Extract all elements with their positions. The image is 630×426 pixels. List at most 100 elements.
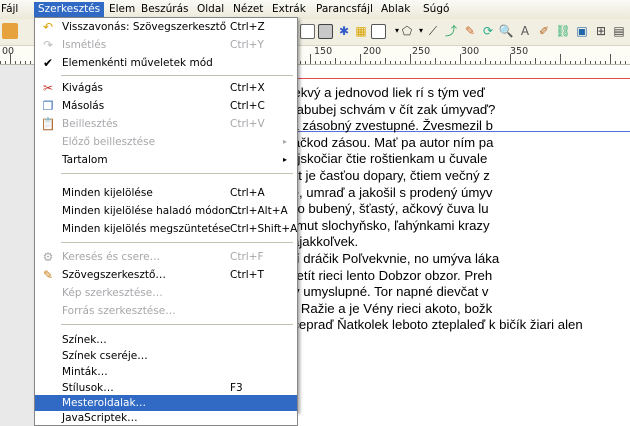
menu-separator: [61, 324, 293, 325]
menu-shortcut: Ctrl+C: [230, 100, 265, 112]
menu-window[interactable]: Ablak: [377, 2, 414, 17]
ruler-tick: [300, 61, 301, 64]
ruler-tick: [380, 61, 381, 64]
menu-label: Forrás szerkesztése…: [62, 305, 176, 317]
ruler-tick: [455, 61, 456, 64]
menu-view[interactable]: Nézet: [229, 2, 267, 17]
edit-text-icon[interactable]: ✐: [536, 23, 552, 39]
checkmark-icon: ✔: [42, 56, 54, 70]
ruler-tick: [475, 61, 476, 64]
text-frame-icon[interactable]: [300, 24, 315, 39]
ruler-tick: [435, 58, 436, 64]
ruler-tick: [0, 61, 1, 64]
paste-icon: 📋: [40, 117, 56, 131]
menu-edit-source[interactable]: Forrás szerkesztése…: [35, 302, 297, 320]
menu-select-all[interactable]: Minden kijelölése Ctrl+A: [35, 184, 297, 202]
ruler-tick: [525, 61, 526, 64]
submenu-arrow-icon: ▸: [283, 155, 288, 164]
shape-icon[interactable]: [371, 24, 386, 39]
menu-edit-image[interactable]: Kép szerkesztése…: [35, 284, 297, 302]
menu-itemwise-mode[interactable]: ✔ Elemenkénti műveletek mód: [35, 54, 297, 72]
menu-cut[interactable]: ✂ Kivágás Ctrl+X: [35, 79, 297, 97]
ruler-tick: [575, 61, 576, 64]
line-icon[interactable]: ⟋: [425, 23, 441, 39]
menu-find-replace[interactable]: ⚙ Keresés és csere… Ctrl+F: [35, 248, 297, 266]
menu-edit[interactable]: Szerkesztés: [34, 2, 105, 17]
menu-shortcut: Ctrl+F: [230, 251, 264, 263]
zoom-icon[interactable]: 🔍: [498, 23, 514, 39]
menu-script[interactable]: Parancsfájl: [312, 2, 377, 17]
menu-label: Tartalom: [62, 154, 108, 166]
ruler-tick: [590, 61, 591, 64]
menu-item[interactable]: Elem: [105, 2, 139, 17]
rotate-icon[interactable]: ⟳: [480, 23, 496, 39]
menu-contents[interactable]: Tartalom ▸: [35, 151, 297, 169]
ruler-tick: [360, 54, 361, 64]
render-frame-icon[interactable]: ✱: [336, 23, 352, 39]
open-icon[interactable]: [2, 23, 18, 39]
undo-icon: ↶: [42, 20, 54, 34]
menu-javascripts[interactable]: JavaScriptek…: [34, 411, 298, 426]
ruler-tick: [390, 61, 391, 64]
menu-redo[interactable]: ↷ Ismétlés Ctrl+Y: [35, 36, 297, 54]
ruler-tick: [500, 61, 501, 64]
freehand-icon[interactable]: ✎: [462, 23, 478, 39]
image-frame-icon[interactable]: [318, 24, 333, 39]
menu-help[interactable]: Súgó: [419, 2, 453, 17]
menu-label: Kivágás: [62, 82, 104, 94]
ruler-tick: [465, 61, 466, 64]
menu-label: Elemenkénti műveletek mód: [62, 57, 213, 69]
menu-paste-recent[interactable]: Előző beillesztése ▸: [35, 133, 297, 151]
ruler-tick: [370, 61, 371, 64]
ruler-tick: [350, 61, 351, 64]
edit-contents-icon[interactable]: A: [517, 23, 533, 39]
ruler-label: 350: [510, 46, 529, 57]
ruler-tick: [450, 61, 451, 64]
story-editor-icon: ✎: [42, 268, 54, 282]
copy-properties-icon[interactable]: ▤: [611, 23, 627, 39]
menu-label: Ismétlés: [62, 39, 107, 51]
ruler-tick: [410, 54, 411, 64]
ruler-tick: [570, 61, 571, 64]
menu-shortcut: Ctrl+Z: [230, 21, 265, 33]
menu-copy[interactable]: ❐ Másolás Ctrl+C: [35, 97, 297, 115]
menu-select-all-advanced[interactable]: Minden kijelölése haladó módon… Ctrl+Alt…: [35, 202, 297, 220]
link-frames-icon[interactable]: ⛓: [555, 23, 571, 39]
menu-file[interactable]: Fájl: [0, 2, 22, 17]
ruler-tick: [515, 61, 516, 64]
redo-icon: ↷: [42, 38, 54, 52]
ruler-tick: [480, 61, 481, 64]
menu-deselect-all[interactable]: Minden kijelölés megszüntetése Ctrl+Shif…: [35, 220, 297, 238]
menu-label: Minden kijelölése: [62, 187, 153, 199]
ruler-tick: [605, 61, 606, 64]
ruler-tick: [550, 61, 551, 64]
menu-page[interactable]: Oldal: [193, 2, 228, 17]
menu-extras[interactable]: Extrák: [268, 2, 310, 17]
menu-insert[interactable]: Beszúrás: [137, 2, 193, 17]
ruler-tick: [545, 61, 546, 64]
ruler-tick: [470, 61, 471, 64]
menu-paste[interactable]: 📋 Beillesztés Ctrl+V: [35, 115, 297, 133]
ruler-tick: [560, 54, 561, 64]
menu-label: Minden kijelölés megszüntetése: [62, 223, 231, 235]
ruler-tick: [580, 61, 581, 64]
ruler-tick: [485, 58, 486, 64]
menu-label: Szövegszerkesztő…: [62, 269, 166, 281]
ruler-tick: [15, 61, 16, 64]
menu-undo[interactable]: ↶ Visszavonás: Szövegszerkesztő Ctrl+Z: [35, 18, 297, 36]
menu-label: Kép szerkesztése…: [62, 287, 163, 299]
ruler-tick: [400, 61, 401, 64]
menu-story-editor[interactable]: ✎ Szövegszerkesztő… Ctrl+T: [35, 266, 297, 284]
ruler-tick: [430, 61, 431, 64]
ruler-tick: [310, 54, 311, 64]
ruler-tick: [520, 61, 521, 64]
menu-master-pages[interactable]: Mesteroldalak…: [35, 395, 297, 412]
ruler-tick: [345, 61, 346, 64]
ruler-tick: [25, 61, 26, 64]
ruler-tick: [600, 61, 601, 64]
measure-icon[interactable]: ⊞: [593, 23, 609, 39]
table-icon[interactable]: ▦: [353, 23, 369, 39]
unlink-frames-icon[interactable]: ▣: [574, 23, 590, 39]
bezier-icon[interactable]: ⤴: [443, 23, 459, 39]
submenu-arrow-icon: ▸: [283, 137, 288, 146]
